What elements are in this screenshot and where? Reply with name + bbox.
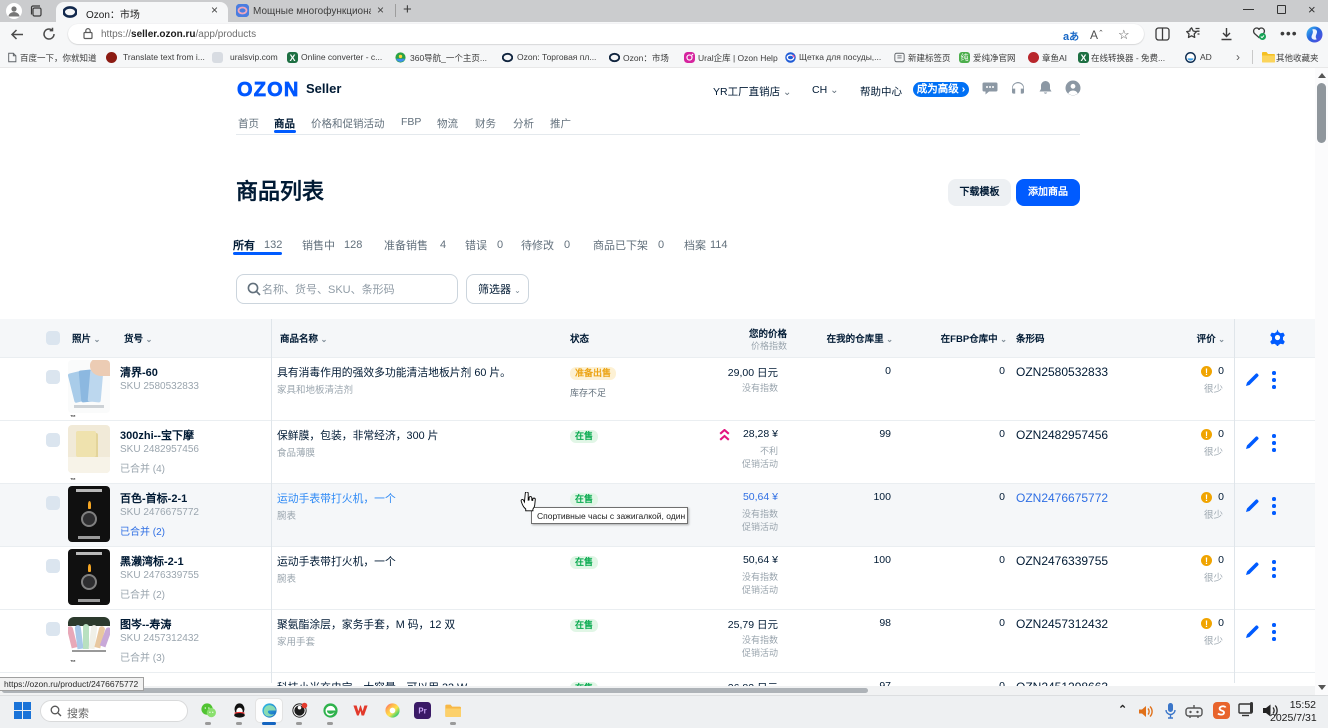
svg-text:Pr: Pr	[418, 707, 426, 716]
